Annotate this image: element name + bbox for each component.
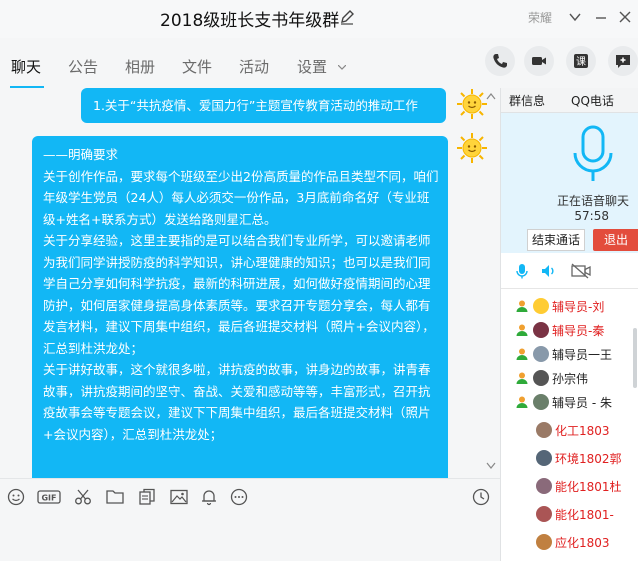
image-icon[interactable] — [170, 488, 188, 506]
voice-call-panel: 正在语音聊天 57:58 结束通话 退出 — [501, 113, 638, 253]
member-item[interactable]: 辅导员-秦 — [515, 318, 638, 342]
gif-icon[interactable]: GIF — [37, 488, 61, 506]
tab-settings[interactable]: 设置 — [297, 56, 346, 77]
add-app-button[interactable] — [608, 46, 638, 76]
member-name: 辅导员 - 朱 — [552, 395, 612, 410]
member-item[interactable]: 辅导员-刘 — [515, 294, 638, 318]
message-paragraph: 关于分享经验，这里主要指的是可以结合我们专业所学，可以邀请老师为我们同学讲授防疫… — [43, 233, 435, 356]
bell-icon[interactable] — [200, 488, 218, 506]
member-item[interactable]: 化工1803 — [536, 418, 638, 442]
window-label: 荣耀 — [528, 11, 553, 25]
avatar — [536, 422, 552, 438]
tab-activity[interactable]: 活动 — [239, 56, 269, 77]
group-title: 2018级班长支书年级群 — [160, 11, 340, 31]
tab-announcement[interactable]: 公告 — [68, 56, 98, 77]
member-list-scrollbar[interactable] — [633, 328, 637, 388]
member-name: 辅导员一王 — [552, 347, 613, 362]
minimize-icon[interactable] — [594, 10, 608, 24]
tab-chat[interactable]: 聊天 — [11, 56, 41, 77]
avatar — [533, 370, 549, 386]
member-item[interactable]: 应化1803 — [536, 530, 638, 554]
member-item[interactable]: 能化1801- — [536, 502, 638, 526]
video-call-button[interactable] — [524, 46, 554, 76]
member-name: 能化1801- — [555, 507, 614, 522]
message-input[interactable] — [0, 512, 500, 561]
avatar — [533, 346, 549, 362]
tab-files[interactable]: 文件 — [182, 56, 212, 77]
avatar — [533, 298, 549, 314]
member-name: 化工1803 — [555, 423, 610, 438]
end-call-button[interactable]: 结束通话 — [527, 229, 585, 251]
avatar — [536, 534, 552, 550]
chevron-down-icon — [337, 65, 346, 70]
chevron-down-icon[interactable] — [568, 10, 582, 24]
nav-tabs: 聊天 公告 相册 文件 活动 设置 — [0, 38, 500, 89]
member-item[interactable]: 孙宗伟 — [515, 366, 638, 390]
person-icon — [516, 324, 528, 336]
speaker-icon[interactable] — [541, 263, 557, 279]
phone-call-button[interactable] — [485, 46, 515, 76]
right-panel-tabs: 群信息 QQ电话 — [501, 88, 638, 113]
emoji-icon[interactable] — [7, 488, 25, 506]
chat-area[interactable]: 1.关于“共抗疫情、爱国力行”主题宣传教育活动的推动工作 ——明确要求 关于创作… — [0, 88, 500, 478]
microphone-icon[interactable] — [514, 263, 530, 279]
sun-avatar-icon[interactable] — [456, 88, 488, 120]
svg-text:GIF: GIF — [41, 494, 56, 503]
call-status: 正在语音聊天 — [556, 194, 629, 208]
message-bubble[interactable]: ——明确要求 关于创作作品，要求每个班级至少出2份高质量的作品且类型不同，咱们年… — [32, 136, 448, 478]
member-item[interactable]: 辅导员一王 — [515, 342, 638, 366]
avatar — [533, 322, 549, 338]
person-icon — [516, 300, 528, 312]
message-heading: ——明确要求 — [43, 147, 119, 162]
message-paragraph: 关于讲好故事，这个就很多啦，讲抗疫的故事，讲身边的故事，讲青春故事，讲抗疫期间的… — [43, 362, 431, 442]
close-icon[interactable] — [618, 10, 632, 24]
title-bar: 2018级班长支书年级群 荣耀 — [0, 0, 638, 38]
call-timer: 57:58 — [574, 209, 609, 223]
tab-qq-call[interactable]: QQ电话 — [571, 92, 614, 109]
more-icon[interactable] — [230, 488, 248, 506]
tab-settings-label: 设置 — [297, 58, 328, 76]
member-name: 辅导员-刘 — [552, 299, 605, 314]
member-name: 应化1803 — [555, 535, 610, 550]
sun-avatar-icon[interactable] — [456, 132, 488, 164]
tab-album[interactable]: 相册 — [125, 56, 155, 77]
message-paragraph: 关于创作作品，要求每个班级至少出2份高质量的作品且类型不同，咱们年级学生党员（2… — [43, 168, 439, 227]
exit-button[interactable]: 退出 — [593, 229, 638, 251]
class-icon: 课 — [574, 54, 588, 68]
folder-icon[interactable] — [106, 488, 124, 506]
message-bubble[interactable]: 1.关于“共抗疫情、爱国力行”主题宣传教育活动的推动工作 — [81, 88, 446, 123]
input-toolbar: GIF — [0, 478, 500, 512]
right-panel: 群信息 QQ电话 正在语音聊天 57:58 结束通话 退出 辅导员-刘 辅导员-… — [500, 88, 638, 561]
member-name: 能化1801杜 — [555, 479, 622, 494]
member-item[interactable]: 辅导员 - 朱 — [515, 390, 638, 414]
scroll-down-icon[interactable] — [486, 462, 496, 470]
member-item[interactable]: 能化1801杜 — [536, 474, 638, 498]
scissors-icon[interactable] — [74, 488, 92, 506]
microphone-icon — [573, 125, 613, 181]
edit-icon[interactable] — [339, 9, 355, 25]
person-icon — [516, 348, 528, 360]
member-name: 辅导员-秦 — [552, 323, 605, 338]
scroll-up-icon[interactable] — [486, 92, 496, 100]
avatar — [536, 478, 552, 494]
class-button[interactable]: 课 — [566, 46, 596, 76]
avatar — [536, 450, 552, 466]
tab-group-info[interactable]: 群信息 — [509, 92, 545, 109]
camera-off-icon[interactable] — [571, 263, 591, 279]
member-name: 孙宗伟 — [552, 371, 589, 386]
person-icon — [516, 372, 528, 384]
member-item[interactable]: 环境1802郭 — [536, 446, 638, 470]
video-icon — [532, 57, 546, 65]
member-name: 环境1802郭 — [555, 451, 622, 466]
phone-icon — [493, 54, 507, 68]
history-icon[interactable] — [472, 488, 490, 506]
plus-message-icon — [616, 55, 630, 68]
avatar — [536, 506, 552, 522]
document-icon[interactable] — [138, 488, 156, 506]
person-icon — [516, 396, 528, 408]
svg-text:课: 课 — [576, 56, 586, 68]
call-controls — [501, 253, 638, 289]
avatar — [533, 394, 549, 410]
